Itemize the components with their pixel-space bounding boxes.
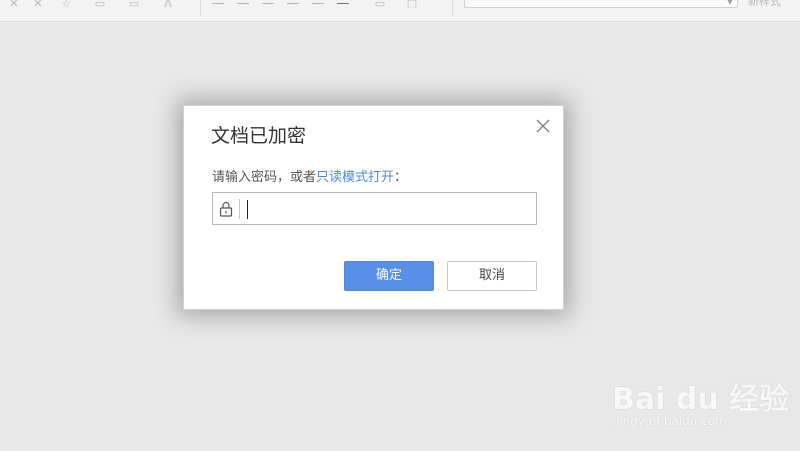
- align-icon[interactable]: [262, 3, 274, 4]
- password-field[interactable]: [212, 192, 537, 225]
- new-style-button[interactable]: 新样式: [748, 0, 781, 9]
- toolbar-icon[interactable]: ▭: [126, 0, 142, 8]
- align-icon[interactable]: [237, 3, 249, 4]
- watermark-logo: Bai du 经验: [612, 382, 790, 417]
- prompt-colon: ：: [394, 170, 408, 185]
- toolbar-icon[interactable]: ▭: [372, 0, 388, 8]
- underline-icon[interactable]: [337, 3, 349, 4]
- align-icon[interactable]: [312, 3, 324, 4]
- chevron-down-icon: ▼: [726, 0, 733, 6]
- lock-icon: [219, 201, 233, 217]
- toolbar-icon[interactable]: ☆: [58, 0, 74, 8]
- toolbar-icon[interactable]: ▭: [92, 0, 108, 8]
- toolbar-separator: [200, 0, 201, 16]
- dialog-title: 文档已加密: [211, 125, 307, 147]
- close-button[interactable]: [535, 118, 551, 134]
- toolbar-separator: [452, 0, 453, 16]
- toolbar-icon[interactable]: □: [404, 0, 420, 8]
- prompt-text: 请输入密码，或者: [212, 170, 317, 185]
- toolbar-icon[interactable]: ✕: [6, 0, 22, 8]
- password-input[interactable]: [245, 197, 530, 221]
- confirm-button[interactable]: 确定: [344, 261, 434, 291]
- readonly-open-link[interactable]: 只读模式打开: [316, 170, 394, 185]
- cancel-button[interactable]: 取消: [447, 261, 537, 291]
- toolbar: ✕ ✕ ☆ ▭ ▭ Λ ▭ □ ▼ 新样式: [0, 0, 800, 22]
- baidu-jingyan-watermark: Bai du 经验 jingyan.baidu.com: [612, 362, 792, 432]
- watermark-url: jingyan.baidu.com: [616, 414, 727, 428]
- toolbar-icon[interactable]: ✕: [30, 0, 46, 8]
- toolbar-icon[interactable]: Λ: [160, 0, 176, 8]
- align-icon[interactable]: [212, 3, 224, 4]
- text-caret: [247, 200, 248, 219]
- field-divider: [239, 199, 240, 219]
- style-select[interactable]: ▼: [464, 0, 738, 8]
- password-dialog: 文档已加密 请输入密码，或者只读模式打开： 确定 取消: [183, 105, 564, 310]
- close-icon: [536, 119, 550, 133]
- align-icon[interactable]: [287, 3, 299, 4]
- password-prompt: 请输入密码，或者只读模式打开：: [212, 166, 407, 185]
